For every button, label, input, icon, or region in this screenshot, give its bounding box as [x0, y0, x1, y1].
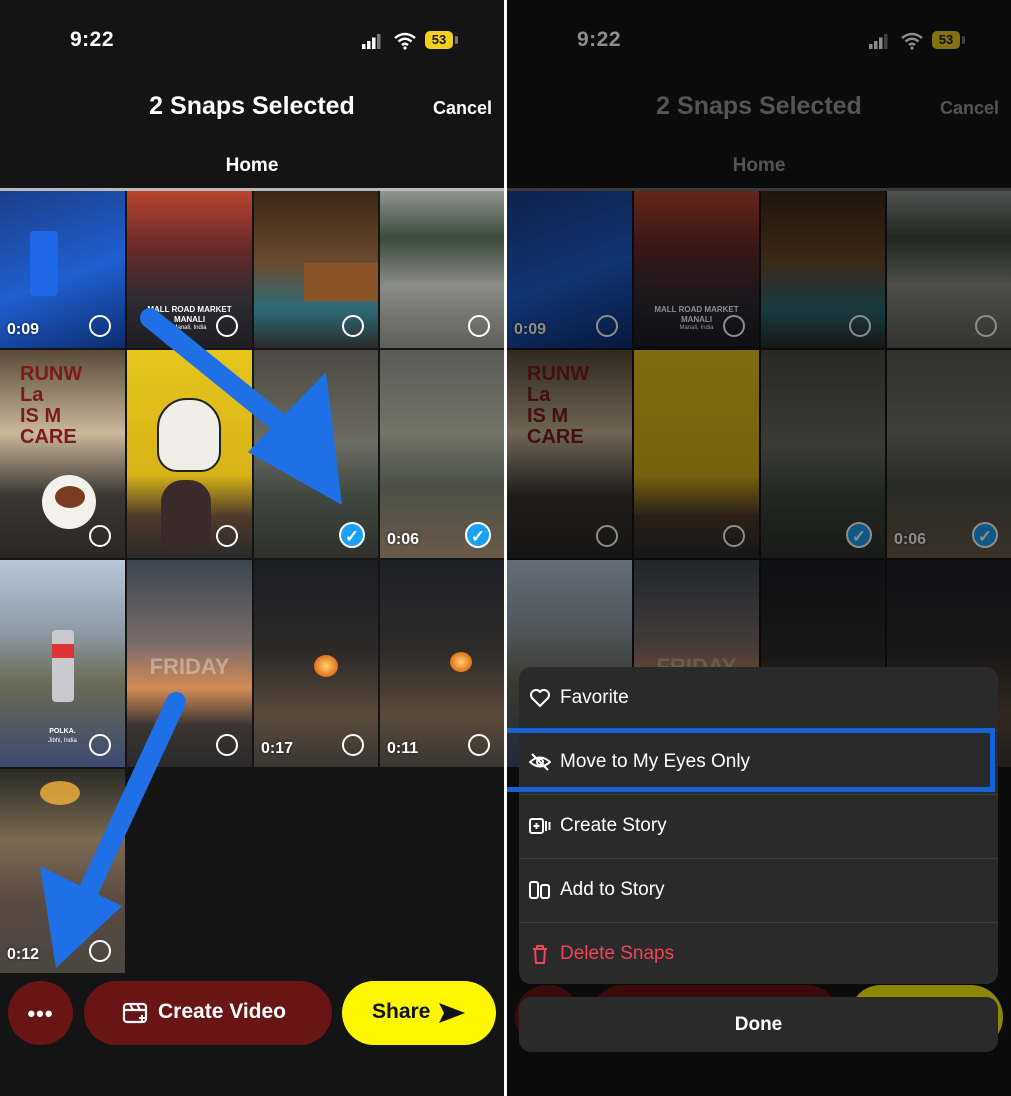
create-video-icon [122, 1002, 148, 1024]
selected-check-icon[interactable]: ✓ [846, 522, 872, 548]
select-circle[interactable] [849, 315, 871, 337]
select-circle[interactable] [975, 315, 997, 337]
annotation-arrow-icon [40, 308, 342, 968]
right-screen: 9:22 53 2 Snaps Selected Cancel Home 0:0… [507, 0, 1011, 1096]
cancel-button[interactable]: Cancel [940, 98, 999, 119]
share-button[interactable]: Share [342, 981, 496, 1045]
menu-item-create-story[interactable]: Create Story [519, 795, 998, 859]
menu-item-label: Favorite [560, 687, 629, 708]
menu-item-add-to-story[interactable]: Add to Story [519, 859, 998, 923]
create-story-icon [529, 818, 551, 834]
menu-item-label: Move to My Eyes Only [560, 751, 751, 772]
selected-check-icon[interactable]: ✓ [972, 522, 998, 548]
create-video-label: Create Video [158, 1000, 286, 1023]
signal-icon [869, 34, 888, 49]
snap-tile[interactable] [634, 350, 759, 558]
menu-item-delete-snaps[interactable]: Delete Snaps [519, 923, 998, 984]
tab-home[interactable]: Home [507, 155, 1011, 177]
more-options-label: ••• [27, 1001, 54, 1026]
wifi-icon [901, 32, 923, 50]
select-circle[interactable] [723, 525, 745, 547]
select-circle[interactable] [596, 525, 618, 547]
menu-item-label: Delete Snaps [560, 943, 675, 964]
snap-tile[interactable]: 0:06 ✓ [887, 350, 1011, 558]
duration-label: 0:06 [894, 531, 927, 548]
done-label: Done [734, 1014, 783, 1035]
menu-item-move-to-my-eyes-only[interactable]: Move to My Eyes Only [519, 731, 998, 795]
duration-label: 0:09 [514, 321, 547, 338]
more-options-button[interactable]: ••• [8, 981, 73, 1045]
left-screen: 9:22 53 2 Snaps Selected Cancel Home 0:0… [0, 0, 504, 1096]
trash-icon [533, 945, 547, 964]
status-time: 9:22 [577, 28, 622, 51]
snap-tile[interactable]: ✓ [761, 350, 885, 558]
heart-icon [530, 689, 550, 707]
actions-menu: Favorite Move to My Eyes Only Create Sto… [519, 667, 998, 984]
create-video-button[interactable]: Create Video [84, 981, 332, 1045]
menu-item-favorite[interactable]: Favorite [519, 667, 998, 731]
snap-tile[interactable] [761, 191, 885, 348]
page-title: 2 Snaps Selected [656, 92, 862, 120]
send-arrow-icon [439, 1003, 465, 1023]
select-circle[interactable] [596, 315, 618, 337]
snap-caption: RUNW La IS M CARE [527, 363, 590, 448]
done-button[interactable]: Done [519, 997, 998, 1052]
share-label: Share [372, 1000, 431, 1023]
battery-indicator: 53 [932, 31, 960, 49]
snap-tile[interactable]: 0:09 [507, 191, 632, 348]
snap-tile[interactable]: MALL ROAD MARKET MANALI Manali, India [634, 191, 759, 348]
eye-slash-icon [529, 753, 551, 771]
snap-tile[interactable]: RUNW La IS M CARE [507, 350, 632, 558]
battery-tip [962, 36, 965, 44]
add-story-icon [529, 881, 550, 899]
menu-item-label: Add to Story [560, 879, 665, 900]
menu-item-label: Create Story [560, 815, 667, 836]
snap-tile[interactable] [887, 191, 1011, 348]
select-circle[interactable] [723, 315, 745, 337]
